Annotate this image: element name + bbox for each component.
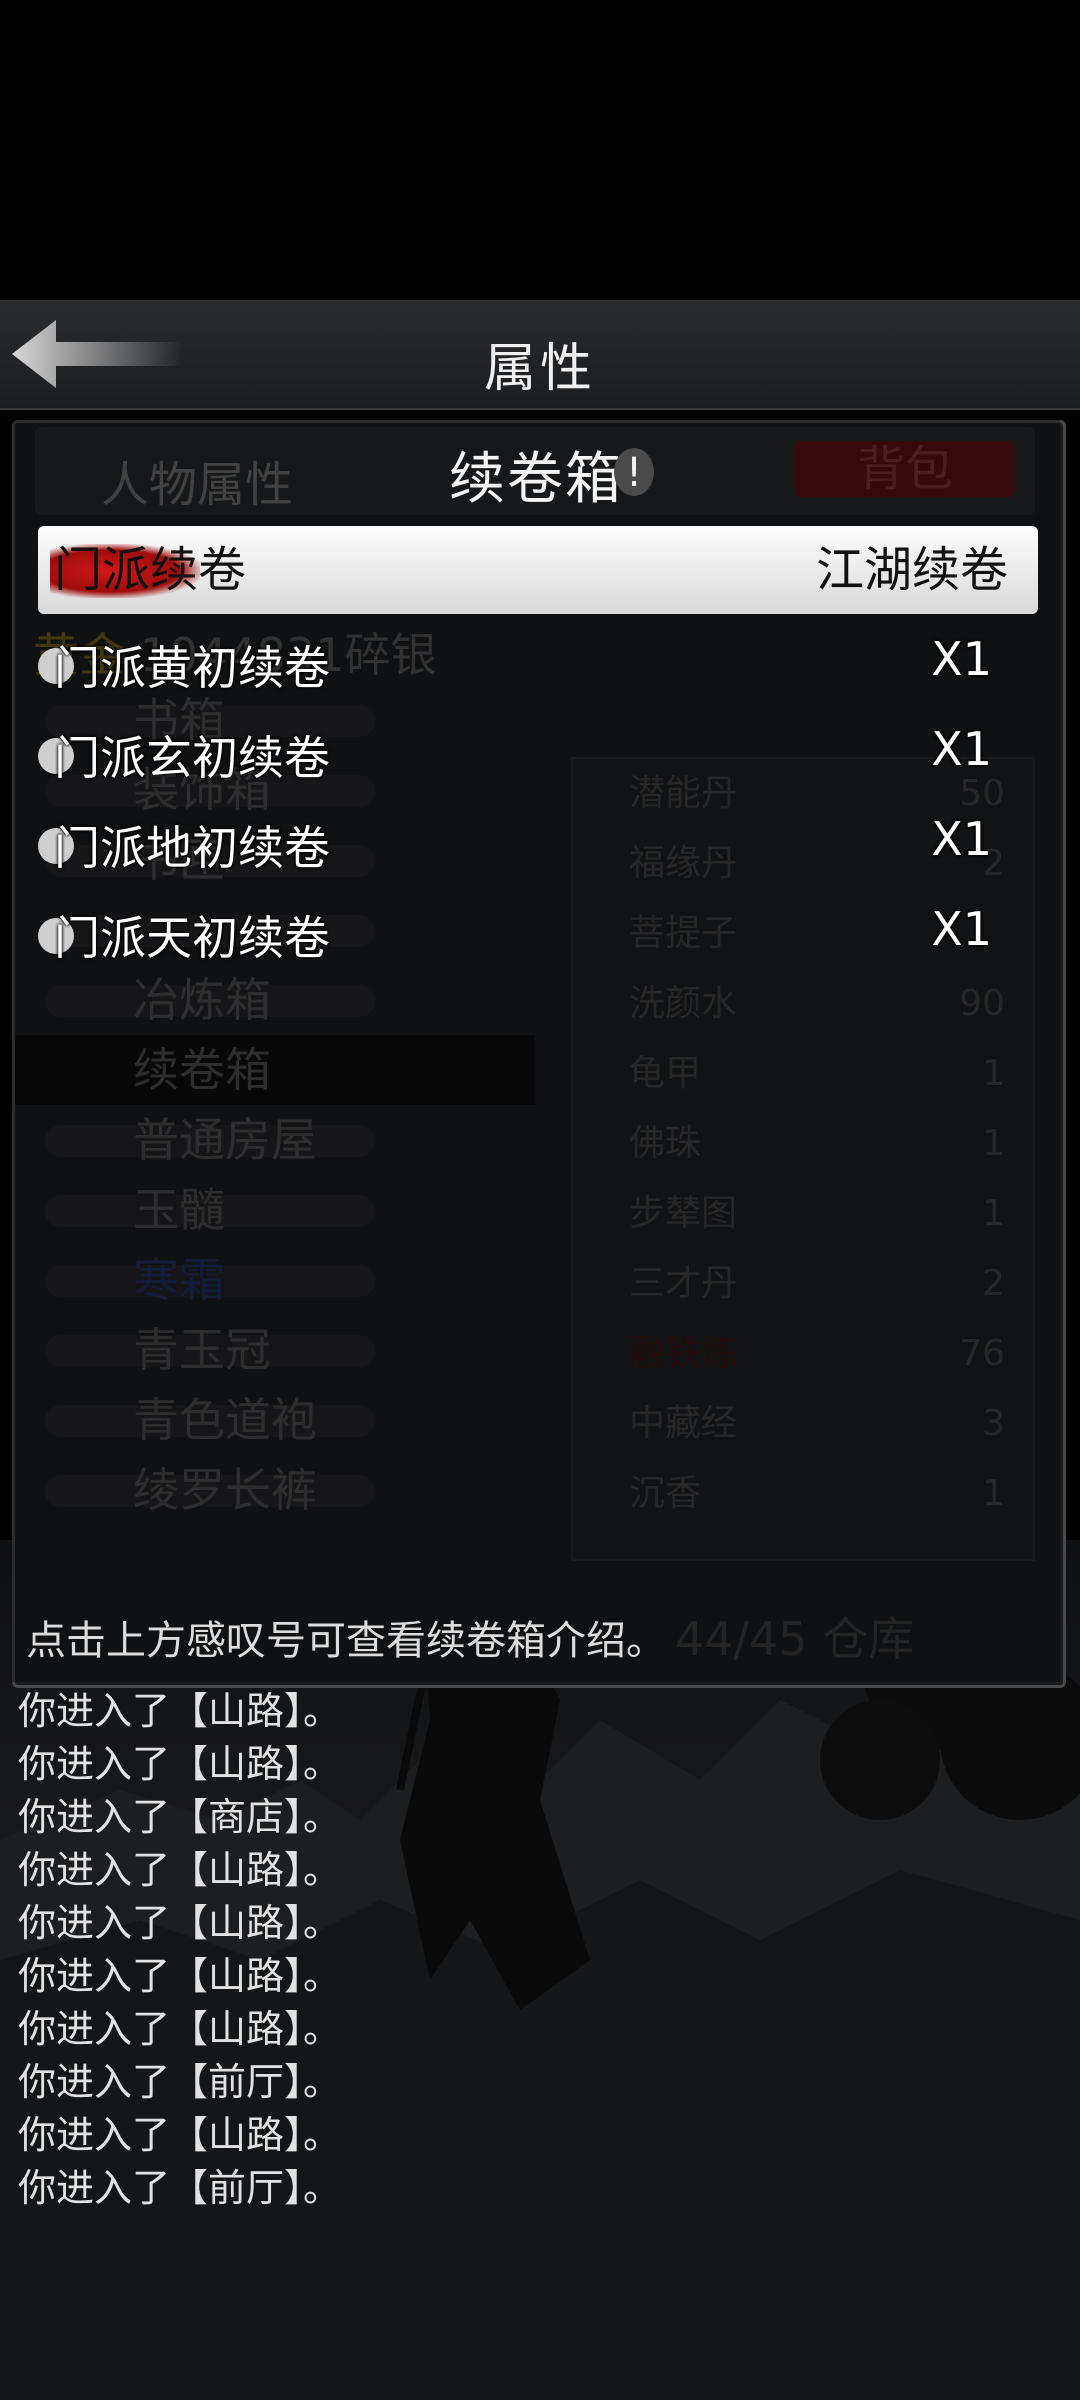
tab-sect-scrolls[interactable]: 门派续卷	[38, 526, 284, 614]
log-line: 你进入了【前厅】。	[18, 2166, 342, 2210]
scroll-name: 门派天初续卷	[54, 911, 330, 965]
log-line: 你进入了【山路】。	[18, 2007, 342, 2051]
log-line: 你进入了【山路】。	[18, 2113, 342, 2157]
dialog-title: 续卷箱	[12, 434, 1060, 515]
scroll-name: 门派玄初续卷	[54, 731, 330, 785]
scroll-list-item[interactable]: 门派玄初续卷 X1	[12, 710, 1060, 800]
message-log: 你进入了【山路】。 你进入了【山路】。 你进入了【商店】。 你进入了【山路】。 …	[18, 1685, 718, 2215]
scroll-type-tabs: 门派续卷 江湖续卷	[38, 526, 1038, 614]
scroll-list-item[interactable]: 门派天初续卷 X1	[12, 890, 1060, 980]
scroll-quantity: X1	[931, 722, 992, 776]
scroll-list-item[interactable]: 门派黄初续卷 X1	[12, 620, 1060, 710]
info-exclamation-button[interactable]: !	[612, 440, 656, 500]
scroll-box-dialog: 续卷箱 ! 门派续卷 江湖续卷 门派黄初续卷 X1 门派玄初续卷 X1 门派地初…	[12, 420, 1060, 1682]
log-line: 你进入了【山路】。	[18, 1901, 342, 1945]
scroll-quantity: X1	[931, 812, 992, 866]
log-line: 你进入了【山路】。	[18, 1742, 342, 1786]
top-bar: 属性	[0, 300, 1080, 410]
exclamation-icon: !	[614, 448, 654, 496]
game-screen: 属性 人物属性 背包 黄金 1044831碎银 书箱 装饰箱 书匣 冶炼箱 续卷…	[0, 0, 1080, 2400]
scroll-list-item[interactable]: 门派地初续卷 X1	[12, 800, 1060, 890]
scroll-quantity: X1	[931, 632, 992, 686]
tab-sect-scrolls-label: 门派续卷	[54, 542, 247, 598]
page-title: 属性	[483, 339, 596, 399]
log-line: 你进入了【山路】。	[18, 1954, 342, 1998]
info-mark-text: !	[626, 450, 642, 496]
log-line: 你进入了【山路】。	[18, 1689, 342, 1733]
scroll-name: 门派黄初续卷	[54, 641, 330, 695]
log-line: 你进入了【前厅】。	[18, 2060, 342, 2104]
scroll-list: 门派黄初续卷 X1 门派玄初续卷 X1 门派地初续卷 X1 门派天初续卷 X1	[12, 620, 1060, 980]
tab-jianghu-scrolls[interactable]: 江湖续卷	[816, 526, 1008, 614]
scroll-name: 门派地初续卷	[54, 821, 330, 875]
scroll-quantity: X1	[931, 902, 992, 956]
dialog-hint-text: 点击上方感叹号可查看续卷箱介绍。	[26, 1618, 666, 1664]
dialog-title-text: 续卷箱	[449, 447, 623, 512]
log-line: 你进入了【商店】。	[18, 1795, 342, 1839]
log-line: 你进入了【山路】。	[18, 1848, 342, 1892]
